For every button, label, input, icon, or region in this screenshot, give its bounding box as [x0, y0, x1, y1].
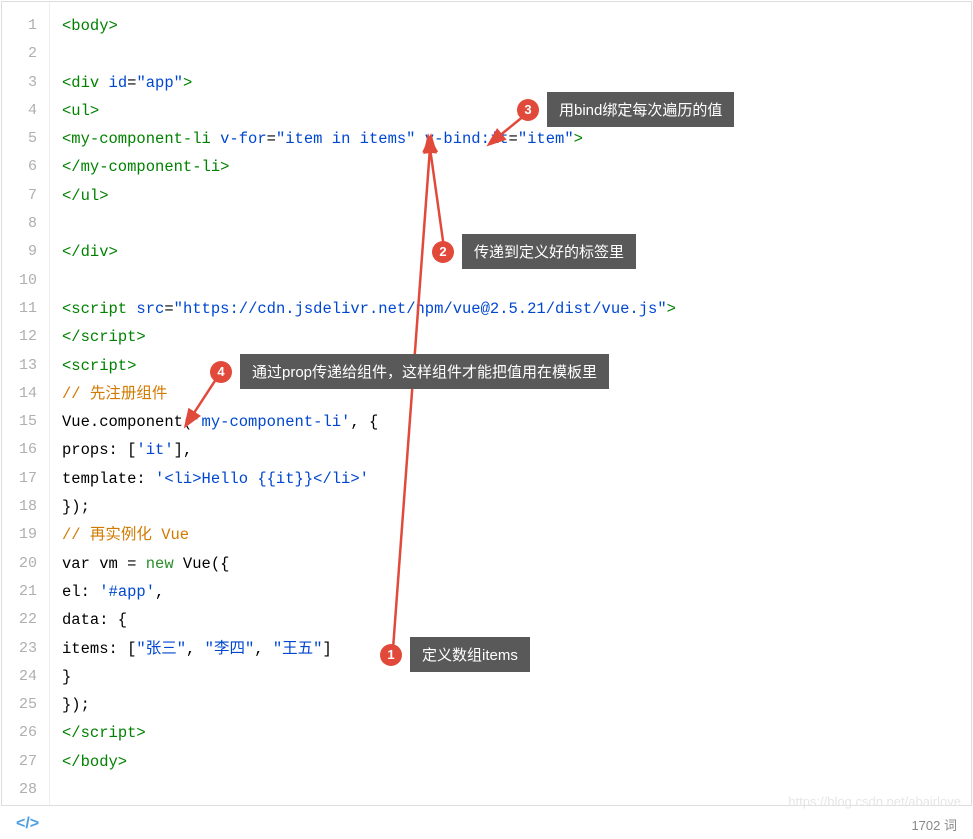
line-number: 9 [2, 238, 49, 266]
code-content[interactable]: <body> <div id="app"> <ul> <my-component… [62, 12, 971, 815]
code-token: <ul> [62, 102, 99, 120]
code-toggle-icon[interactable]: </> [16, 815, 39, 833]
line-number-gutter: 1 2 3 4 5 6 7 8 9 10 11 12 13 14 15 16 1… [2, 2, 50, 805]
line-number: 24 [2, 663, 49, 691]
line-number: 6 [2, 153, 49, 181]
code-token: <div [62, 74, 99, 92]
line-number: 26 [2, 719, 49, 747]
word-count: 1702 词 [911, 815, 957, 834]
annotation-1: 1 定义数组items [380, 637, 530, 672]
line-number: 21 [2, 578, 49, 606]
line-number: 27 [2, 748, 49, 776]
annotation-callout: 定义数组items [410, 637, 530, 672]
annotation-callout: 用bind绑定每次遍历的值 [547, 92, 734, 127]
line-number: 4 [2, 97, 49, 125]
line-number: 20 [2, 550, 49, 578]
line-number: 12 [2, 323, 49, 351]
line-number: 25 [2, 691, 49, 719]
line-number: 18 [2, 493, 49, 521]
line-number: 23 [2, 635, 49, 663]
line-number: 1 [2, 12, 49, 40]
line-number: 13 [2, 352, 49, 380]
line-number: 8 [2, 210, 49, 238]
annotation-2: 2 传递到定义好的标签里 [432, 234, 636, 269]
annotation-badge: 2 [432, 241, 454, 263]
annotation-3: 3 用bind绑定每次遍历的值 [517, 92, 734, 127]
editor-footer: </> 1702 词 [0, 809, 973, 839]
annotation-callout: 通过prop传递给组件，这样组件才能把值用在模板里 [240, 354, 609, 389]
annotation-callout: 传递到定义好的标签里 [462, 234, 636, 269]
annotation-badge: 3 [517, 99, 539, 121]
line-number: 16 [2, 436, 49, 464]
line-number: 15 [2, 408, 49, 436]
line-number: 22 [2, 606, 49, 634]
annotation-badge: 4 [210, 361, 232, 383]
line-number: 3 [2, 69, 49, 97]
line-number: 11 [2, 295, 49, 323]
annotation-badge: 1 [380, 644, 402, 666]
line-number: 7 [2, 182, 49, 210]
line-number: 28 [2, 776, 49, 804]
code-token: <body> [62, 17, 118, 35]
line-number: 19 [2, 521, 49, 549]
line-number: 10 [2, 267, 49, 295]
line-number: 2 [2, 40, 49, 68]
watermark-text: https://blog.csdn.net/abairlove [788, 794, 961, 809]
line-number: 14 [2, 380, 49, 408]
code-editor-panel: 1 2 3 4 5 6 7 8 9 10 11 12 13 14 15 16 1… [1, 1, 972, 806]
line-number: 17 [2, 465, 49, 493]
line-number: 5 [2, 125, 49, 153]
annotation-4: 4 通过prop传递给组件，这样组件才能把值用在模板里 [210, 354, 609, 389]
